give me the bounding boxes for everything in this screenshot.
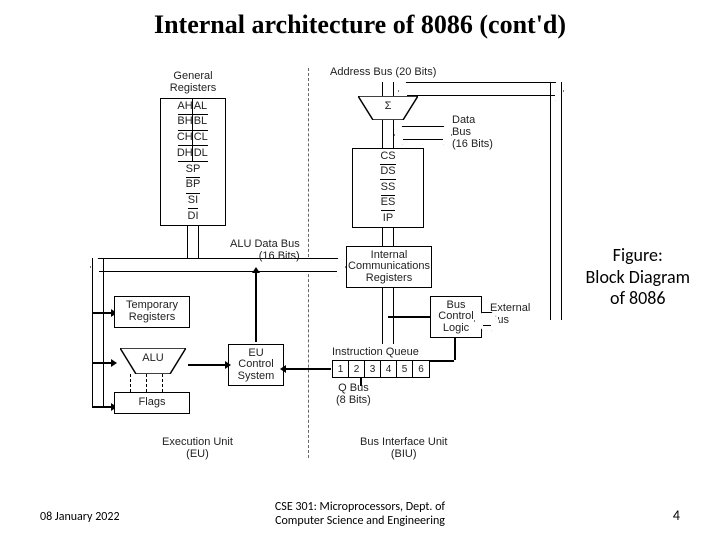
figure-caption: Figure: Block Diagram of 8086 <box>586 245 690 310</box>
queue-cell: 3 <box>365 361 381 377</box>
reg-cell: SP <box>186 162 201 177</box>
bus-left-vertical <box>92 258 104 408</box>
label-general-registers: General Registers <box>158 70 228 94</box>
reg-cell: DL <box>193 146 208 161</box>
bus-sigma-up <box>382 82 394 96</box>
reg-cell: BH <box>178 115 193 130</box>
instruction-queue: 1 2 3 4 5 6 <box>332 360 430 378</box>
general-registers-block: AHAL BHBL CHCL DHDL SP BP SI DI <box>160 98 226 226</box>
slide-title: Internal architecture of 8086 (cont'd) <box>0 10 720 40</box>
connector <box>255 272 257 342</box>
label-instruction-queue: Instruction Queue <box>332 346 419 358</box>
queue-cell: 1 <box>333 361 349 377</box>
footer-course-line: Computer Science and Engineering <box>0 514 720 528</box>
connector <box>454 338 456 360</box>
alu-block: ALU <box>120 348 186 374</box>
label-address-bus: Address Bus (20 Bits) <box>330 66 436 78</box>
caption-line: Block Diagram <box>586 267 690 289</box>
sigma-label: Σ <box>358 100 418 112</box>
eu-control-system: EU Control System <box>228 344 284 386</box>
dashed-connector <box>130 374 131 392</box>
footer-course: CSE 301: Microprocessors, Dept. of Compu… <box>0 500 720 528</box>
caption-line: of 8086 <box>586 288 690 310</box>
reg-cell: AL <box>193 99 208 114</box>
bus-genreg-down <box>187 226 199 258</box>
address-bus <box>406 82 556 96</box>
flags-register: Flags <box>114 392 190 414</box>
connector <box>92 362 112 364</box>
reg-cell: IP <box>383 211 393 227</box>
dashed-connector <box>146 374 147 392</box>
bus-control-logic: Bus Control Logic <box>430 296 482 338</box>
reg-cell: AH <box>178 99 193 114</box>
label-biu: Bus Interface Unit (BIU) <box>360 436 447 460</box>
queue-cell: 2 <box>349 361 365 377</box>
sigma-adder: Σ <box>358 96 418 120</box>
q-bus <box>285 368 331 370</box>
external-bus <box>482 312 492 326</box>
reg-cell: DH <box>178 146 193 161</box>
reg-cell: CS <box>380 149 395 164</box>
reg-cell: SS <box>381 180 396 195</box>
reg-cell: BP <box>186 178 201 193</box>
reg-cell: DS <box>380 165 395 180</box>
alu-data-bus <box>98 258 338 272</box>
queue-cell: 4 <box>381 361 397 377</box>
connector <box>188 364 226 366</box>
queue-cell: 6 <box>413 361 429 377</box>
label-q-bus: Q Bus (8 Bits) <box>336 382 371 406</box>
queue-cell: 5 <box>397 361 413 377</box>
dashed-connector <box>162 374 163 392</box>
internal-comm-registers: Internal Communications Registers <box>346 246 432 288</box>
caption-line: Figure: <box>586 245 690 267</box>
connector <box>430 360 454 362</box>
connector <box>388 316 430 318</box>
reg-cell: CL <box>193 131 208 146</box>
segment-registers-block: CS DS SS ES IP <box>352 148 424 228</box>
bus-sigma-down <box>382 120 394 148</box>
label-data-bus: Data Bus (16 Bits) <box>452 114 493 150</box>
temporary-registers: Temporary Registers <box>114 296 190 328</box>
block-diagram: General Registers AHAL BHBL CHCL DHDL SP… <box>70 60 590 480</box>
reg-cell: BL <box>193 115 208 130</box>
connector <box>92 406 112 408</box>
data-bus <box>402 126 444 140</box>
reg-cell: ES <box>381 196 396 211</box>
label-execution-unit: Execution Unit (EU) <box>162 436 233 460</box>
label-alu-data-bus: ALU Data Bus (16 Bits) <box>230 238 300 262</box>
footer-course-line: CSE 301: Microprocessors, Dept. of <box>0 500 720 514</box>
footer-page-number: 4 <box>673 507 680 524</box>
connector <box>360 378 362 386</box>
bus-right-vertical <box>550 82 562 320</box>
reg-cell: SI <box>188 194 198 209</box>
reg-cell: DI <box>188 209 199 225</box>
bus-segreg-down <box>382 228 394 246</box>
reg-cell: CH <box>178 131 193 146</box>
connector <box>92 312 112 314</box>
alu-label: ALU <box>120 352 186 364</box>
